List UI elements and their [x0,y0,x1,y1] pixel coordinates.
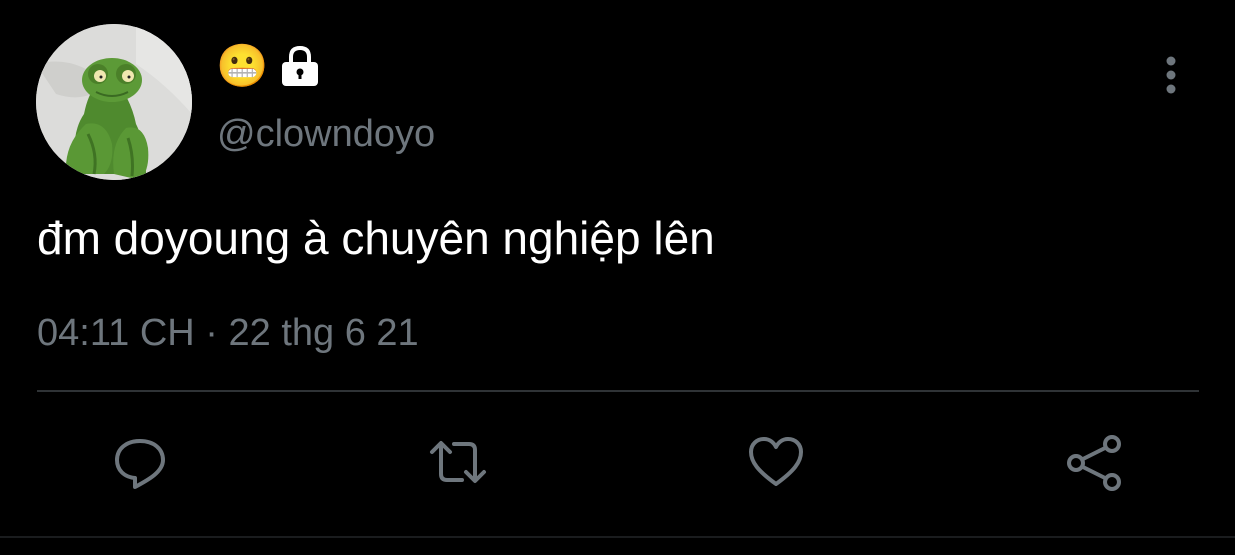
meta-separator: · [205,312,218,354]
tweet-detail: 😬 @clowndoyo đm doyoung à chuyên nghiệp … [0,0,1235,555]
display-name[interactable]: 😬 [216,42,324,90]
bottom-divider [0,536,1235,538]
more-options-icon[interactable] [1150,52,1192,98]
reply-icon [115,439,165,489]
share-button[interactable] [1062,430,1126,494]
retweet-icon [430,441,486,483]
avatar-image [36,24,192,180]
reply-button[interactable] [108,430,172,494]
like-button[interactable] [744,430,808,494]
user-handle[interactable]: @clowndoyo [217,112,435,156]
share-icon [1067,435,1121,491]
display-name-emoji: 😬 [216,42,269,89]
lock-icon [282,45,319,86]
tweet-actions [0,430,1235,494]
tweet-timestamp[interactable]: 04:11 CH · 22 thg 6 21 [37,308,419,358]
tweet-date: 22 thg 6 21 [228,312,419,354]
like-icon [749,437,803,486]
divider [37,390,1199,392]
retweet-button[interactable] [426,430,490,494]
tweet-text: đm doyoung à chuyên nghiệp lên [37,212,715,264]
tweet-time: 04:11 CH [37,312,195,354]
avatar[interactable] [36,24,192,180]
